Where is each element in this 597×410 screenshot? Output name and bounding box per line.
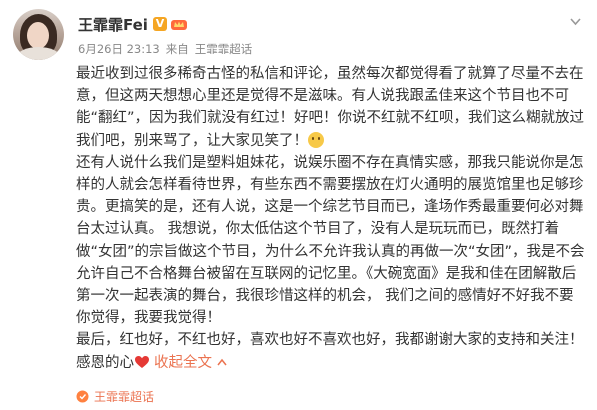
paragraph-1: 最近收到过很多稀奇古怪的私信和评论，虽然每次都觉得看了就算了尽量不去在意，但这两… [76, 66, 585, 149]
crown-icon[interactable] [170, 17, 188, 31]
heart-icon [135, 355, 149, 368]
last-line: 感恩的心 [76, 354, 134, 371]
source-link[interactable]: 王霏霏超话 [195, 41, 253, 57]
paragraph-4: 感恩的心 收起全文 [76, 352, 586, 374]
username[interactable]: 王霏霏Fei [78, 14, 148, 35]
caret-up-icon[interactable] [217, 358, 227, 366]
topic-link[interactable]: 王霏霏超话 [94, 388, 154, 405]
avatar-shoulder [17, 47, 60, 60]
paragraph-3: 最后，红也好，不红也好，喜欢也好不喜欢也好，我都谢谢大家的支持和关注！ [76, 332, 584, 349]
topic-icon [76, 390, 89, 403]
post-meta: 6月26日 23:13 来自 王霏霏超话 [78, 41, 252, 57]
smile-emoji-icon [308, 131, 324, 148]
chevron-down-icon[interactable] [568, 14, 583, 29]
paragraph-2: 还有人说什么我们是塑料姐妹花，说娱乐圈不存在真情实感，那我只能说你是怎样的人就会… [76, 154, 585, 327]
collapse-link[interactable]: 收起全文 [154, 355, 212, 371]
avatar[interactable] [13, 9, 64, 60]
post-header: 王霏霏Fei V [78, 13, 188, 35]
avatar-face [27, 22, 49, 49]
topic-footer: 王霏霏超话 [76, 388, 154, 405]
v-badge-icon[interactable]: V [152, 17, 167, 31]
source-prefix: 来自 [165, 42, 189, 56]
post-content: 最近收到过很多稀奇古怪的私信和评论，虽然每次都觉得看了就算了尽量不去在意，但这两… [76, 63, 586, 374]
post-date[interactable]: 6月26日 23:13 [78, 41, 160, 57]
